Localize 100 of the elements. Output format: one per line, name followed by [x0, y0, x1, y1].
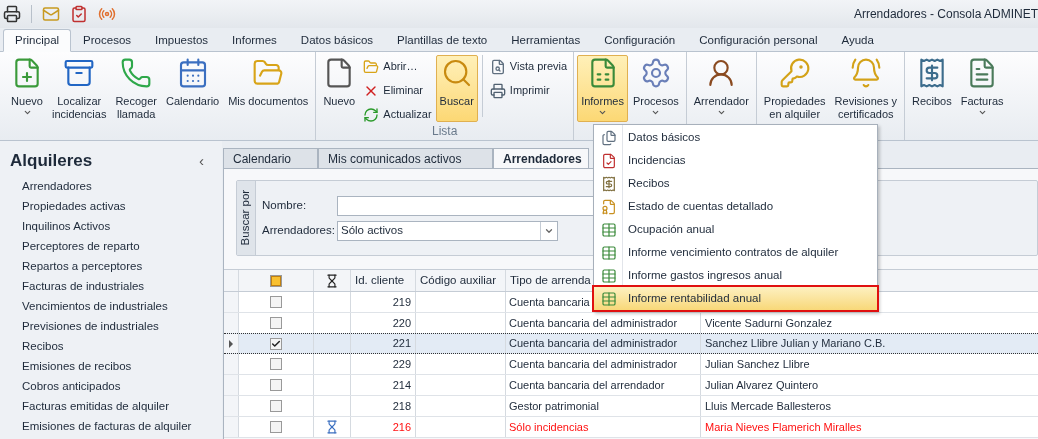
button-label: Revisiones y certificados [834, 95, 897, 121]
sidebar-link[interactable]: Facturas emitidas de alquiler [22, 396, 169, 416]
ribbon-button[interactable]: Procesos [628, 55, 683, 122]
caret-icon [716, 108, 726, 117]
ribbon-small-button[interactable]: Actualizar [362, 104, 433, 125]
ribbon-tab[interactable]: Plantillas de texto [385, 29, 500, 52]
ribbon-button[interactable]: Facturas [956, 55, 1008, 122]
checkbox[interactable] [270, 379, 282, 391]
column-header[interactable]: Tipo de arrenda [510, 271, 591, 290]
table-cell-text: Cuenta bancaria del arrendador [509, 377, 665, 393]
button-label: Recoger llamada [115, 95, 157, 121]
ribbon-button[interactable]: Informes [577, 55, 628, 122]
sidebar-link[interactable]: Cobros anticipados [22, 376, 121, 396]
table-row[interactable]: 218 Gestor patrimonial Lluis Mercade Ballesteros [224, 396, 1038, 417]
ribbon-button[interactable]: Localizar incidencias [48, 55, 111, 122]
checkbox[interactable] [270, 400, 282, 412]
ribbon-button[interactable]: Mis documentos [224, 55, 313, 122]
ribbon-tab[interactable]: Configuración [592, 29, 688, 52]
ribbon-small-button[interactable]: Eliminar [362, 80, 433, 101]
ribbon-small-button[interactable]: Imprimir [488, 80, 569, 101]
ribbon-tab[interactable]: Principal [3, 29, 72, 52]
button-label: Nuevo [11, 95, 43, 108]
select-field[interactable]: Sólo activos [337, 220, 558, 241]
menu-item[interactable]: Datos básicos [594, 126, 877, 149]
table-icon [600, 221, 617, 238]
clipboard-icon[interactable] [70, 5, 88, 23]
ribbon-button[interactable]: Recoger llamada [111, 55, 161, 122]
ribbon-button[interactable]: Revisiones y certificados [830, 55, 901, 122]
sidebar-link[interactable]: Arrendadores [22, 176, 92, 196]
receipt-icon [600, 175, 617, 192]
ribbon-button[interactable]: Calendario [162, 55, 224, 122]
ribbon-tab[interactable]: Herramientas [499, 29, 593, 52]
table-row[interactable]: 214 Cuenta bancaria del arrendador Julian Alvarez Quintero [224, 375, 1038, 396]
table-row[interactable]: 229 Cuenta bancaria del administrador Julian Sanchez Llibre [224, 354, 1038, 375]
checkbox[interactable] [270, 358, 282, 370]
table-cell-text: Lluis Mercade Ballesteros [705, 398, 831, 414]
table-cell-text: Maria Nieves Flamerich Miralles [705, 419, 862, 435]
caret-icon [598, 108, 607, 117]
ribbon-small-button[interactable]: Vista previa [488, 56, 569, 77]
menu-item[interactable]: Informe vencimiento contratos de alquiler [594, 241, 877, 264]
sidebar-link[interactable]: Emisiones de recibos [22, 356, 132, 376]
table-cell-text: Cuenta bancaria del administrador [509, 315, 678, 331]
table-cell-text: Sólo incidencias [509, 419, 589, 435]
ribbon-tab[interactable]: Ayuda [829, 29, 886, 52]
button-label: Calendario [166, 95, 220, 108]
document-tab[interactable]: Arrendadores [493, 148, 589, 169]
sidebar-link[interactable]: Inquilinos Activos [22, 216, 111, 236]
broadcast-icon[interactable] [98, 5, 116, 23]
column-header[interactable]: Código auxiliar [420, 271, 497, 290]
button-label: Arrendador [693, 95, 749, 108]
sidebar-link[interactable]: Repartos a perceptores [22, 256, 143, 276]
menu-item[interactable]: Informe gastos ingresos anual [594, 264, 877, 287]
document-tab[interactable]: Calendario [223, 148, 318, 169]
sidebar-link[interactable]: Emisiones de facturas de alquiler [22, 416, 192, 436]
mail-icon[interactable] [42, 5, 60, 23]
button-label: Informes [581, 95, 624, 108]
collapse-button[interactable]: ‹ [199, 149, 204, 173]
checkbox[interactable] [270, 317, 282, 329]
sidebar-link[interactable]: Vencimientos de industriales [22, 296, 168, 316]
ribbon-button[interactable]: Arrendador [689, 55, 753, 122]
table-cell-text: Gestor patrimonial [509, 398, 599, 414]
field-label: Nombre: [262, 197, 308, 213]
ribbon-tab[interactable]: Impuestos [143, 29, 221, 52]
menu-item[interactable]: Informe rentabilidad anual [594, 287, 877, 310]
table-row[interactable]: 216 Sólo incidencias Maria Nieves Flamerich Miralles [224, 417, 1038, 438]
ribbon-tab[interactable]: Procesos [71, 29, 144, 52]
menu-item[interactable]: Estado de cuentas detallado [594, 195, 877, 218]
bell-icon [849, 57, 882, 89]
sidebar-title: Alquileres [10, 150, 93, 173]
button-label: Propiedades en alquiler [763, 95, 826, 121]
document-tab[interactable]: Mis comunicados activos [318, 148, 493, 169]
table-cell-text: 214 [392, 377, 411, 393]
ribbon-small-button[interactable]: Abrir… [362, 56, 433, 77]
ribbon-button[interactable]: Propiedades en alquiler [759, 55, 830, 122]
ribbon-tab[interactable]: Informes [220, 29, 289, 52]
button-label: Nuevo [323, 95, 356, 108]
sidebar-link[interactable]: Facturas de industriales [22, 276, 145, 296]
ribbon-tab[interactable]: Datos básicos [288, 29, 386, 52]
menu-item[interactable]: Ocupación anual [594, 218, 877, 241]
ribbon-button[interactable]: Buscar [435, 55, 478, 122]
menu-item[interactable]: Recibos [594, 172, 877, 195]
printer-icon [489, 82, 506, 99]
key-icon [778, 57, 811, 89]
sidebar-link[interactable]: Recibos [22, 336, 64, 356]
ribbon-button[interactable]: Recibos [907, 55, 956, 122]
sidebar-link[interactable]: Perceptores de reparto [22, 236, 140, 256]
ribbon-tab[interactable]: Configuración personal [687, 29, 830, 52]
checkbox[interactable] [270, 296, 282, 308]
ribbon-button[interactable]: Nuevo [319, 55, 360, 122]
table-cell-text: 221 [392, 336, 411, 352]
phone-icon [120, 57, 153, 89]
checkbox[interactable] [270, 337, 282, 350]
sidebar-link[interactable]: Propiedades activas [22, 196, 126, 216]
header-checkbox[interactable] [270, 274, 282, 287]
column-header[interactable]: Id. cliente [355, 271, 405, 290]
ribbon-button[interactable]: Nuevo [7, 55, 47, 122]
checkbox[interactable] [270, 421, 282, 433]
table-row[interactable]: 221 Cuenta bancaria del administrador Sanchez Llibre Julian y Mariano C.B. [224, 333, 1038, 354]
menu-item[interactable]: Incidencias [594, 149, 877, 172]
sidebar-link[interactable]: Previsiones de industriales [22, 316, 159, 336]
